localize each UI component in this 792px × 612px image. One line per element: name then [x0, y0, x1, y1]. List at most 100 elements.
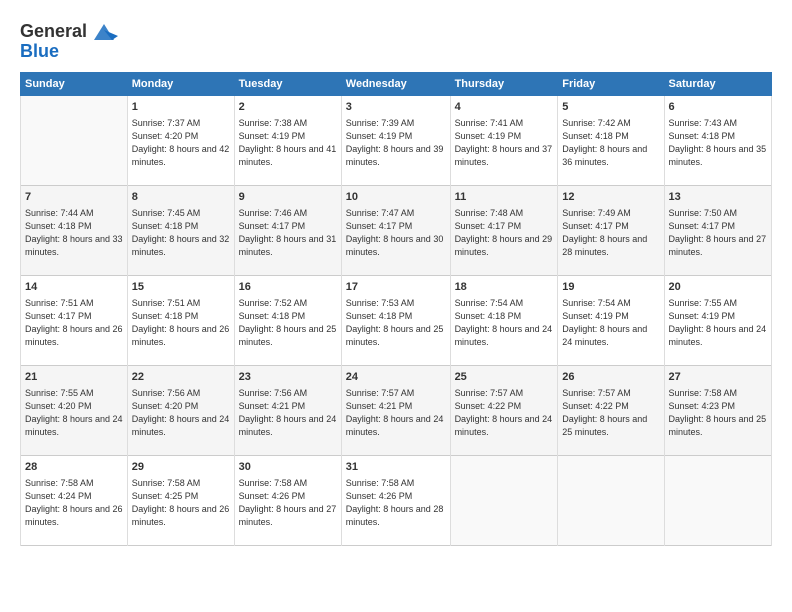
calendar-table: SundayMondayTuesdayWednesdayThursdayFrid… [20, 72, 772, 546]
day-number: 17 [346, 280, 446, 295]
calendar-cell: 5 Sunrise: 7:42 AMSunset: 4:18 PMDaylight… [558, 95, 664, 185]
day-info: Sunrise: 7:42 AMSunset: 4:18 PMDaylight:… [562, 117, 659, 169]
day-info: Sunrise: 7:58 AMSunset: 4:24 PMDaylight:… [25, 477, 123, 529]
calendar-cell: 6Sunrise: 7:43 AMSunset: 4:18 PMDaylight… [664, 95, 771, 185]
day-info: Sunrise: 7:46 AMSunset: 4:17 PMDaylight:… [239, 207, 337, 259]
day-number: 21 [25, 370, 123, 385]
day-info: Sunrise: 7:56 AMSunset: 4:20 PMDaylight:… [132, 387, 230, 439]
calendar-cell [21, 95, 128, 185]
calendar-cell: 15 Sunrise: 7:51 AMSunset: 4:18 PMDayligh… [127, 275, 234, 365]
day-info: Sunrise: 7:51 AMSunset: 4:18 PMDaylight:… [132, 297, 230, 349]
page: General Blue SundayMondayTuesdayWednesda… [0, 0, 792, 612]
day-number: 7 [25, 190, 123, 205]
calendar-cell: 8Sunrise: 7:45 AMSunset: 4:18 PMDaylight… [127, 185, 234, 275]
day-number: 9 [239, 190, 337, 205]
calendar-cell: 10 Sunrise: 7:47 AMSunset: 4:17 PMDayligh… [341, 185, 450, 275]
calendar-cell: 22 Sunrise: 7:56 AMSunset: 4:20 PMDayligh… [127, 365, 234, 455]
day-number: 3 [346, 100, 446, 115]
col-header-thursday: Thursday [450, 72, 558, 95]
day-number: 4 [455, 100, 554, 115]
day-info: Sunrise: 7:54 AMSunset: 4:18 PMDaylight:… [455, 297, 554, 349]
calendar-cell: 25 Sunrise: 7:57 AMSunset: 4:22 PMDayligh… [450, 365, 558, 455]
calendar-cell: 7 Sunrise: 7:44 AMSunset: 4:18 PMDaylight… [21, 185, 128, 275]
calendar-cell: 1 Sunrise: 7:37 AMSunset: 4:20 PMDaylight… [127, 95, 234, 185]
day-number: 22 [132, 370, 230, 385]
day-info: Sunrise: 7:57 AMSunset: 4:22 PMDaylight:… [562, 387, 659, 439]
day-number: 1 [132, 100, 230, 115]
day-info: Sunrise: 7:47 AMSunset: 4:17 PMDaylight:… [346, 207, 446, 259]
calendar-cell [450, 455, 558, 545]
header: General Blue [20, 18, 772, 62]
day-number: 6 [669, 100, 767, 115]
calendar-week-5: 28 Sunrise: 7:58 AMSunset: 4:24 PMDayligh… [21, 455, 772, 545]
calendar-cell: 14 Sunrise: 7:51 AMSunset: 4:17 PMDayligh… [21, 275, 128, 365]
calendar-week-3: 14 Sunrise: 7:51 AMSunset: 4:17 PMDayligh… [21, 275, 772, 365]
calendar-cell: 4 Sunrise: 7:41 AMSunset: 4:19 PMDaylight… [450, 95, 558, 185]
day-number: 31 [346, 460, 446, 475]
day-info: Sunrise: 7:39 AMSunset: 4:19 PMDaylight:… [346, 117, 446, 169]
calendar-header-row: SundayMondayTuesdayWednesdayThursdayFrid… [21, 72, 772, 95]
day-info: Sunrise: 7:58 AMSunset: 4:26 PMDaylight:… [239, 477, 337, 529]
calendar-cell: 23 Sunrise: 7:56 AMSunset: 4:21 PMDayligh… [234, 365, 341, 455]
day-number: 15 [132, 280, 230, 295]
day-number: 10 [346, 190, 446, 205]
calendar-cell: 17 Sunrise: 7:53 AMSunset: 4:18 PMDayligh… [341, 275, 450, 365]
calendar-cell: 31Sunrise: 7:58 AMSunset: 4:26 PMDayligh… [341, 455, 450, 545]
day-info: Sunrise: 7:44 AMSunset: 4:18 PMDaylight:… [25, 207, 123, 259]
day-info: Sunrise: 7:37 AMSunset: 4:20 PMDaylight:… [132, 117, 230, 169]
col-header-sunday: Sunday [21, 72, 128, 95]
calendar-cell: 21 Sunrise: 7:55 AMSunset: 4:20 PMDayligh… [21, 365, 128, 455]
calendar-cell: 18Sunrise: 7:54 AMSunset: 4:18 PMDayligh… [450, 275, 558, 365]
day-number: 11 [455, 190, 554, 205]
day-info: Sunrise: 7:54 AMSunset: 4:19 PMDaylight:… [562, 297, 659, 349]
calendar-week-1: 1 Sunrise: 7:37 AMSunset: 4:20 PMDaylight… [21, 95, 772, 185]
day-info: Sunrise: 7:55 AMSunset: 4:19 PMDaylight:… [669, 297, 767, 349]
day-number: 19 [562, 280, 659, 295]
day-number: 16 [239, 280, 337, 295]
calendar-cell: 29 Sunrise: 7:58 AMSunset: 4:25 PMDayligh… [127, 455, 234, 545]
calendar-cell: 24 Sunrise: 7:57 AMSunset: 4:21 PMDayligh… [341, 365, 450, 455]
day-info: Sunrise: 7:38 AMSunset: 4:19 PMDaylight:… [239, 117, 337, 169]
calendar-cell: 26Sunrise: 7:57 AMSunset: 4:22 PMDayligh… [558, 365, 664, 455]
day-info: Sunrise: 7:51 AMSunset: 4:17 PMDaylight:… [25, 297, 123, 349]
day-info: Sunrise: 7:57 AMSunset: 4:21 PMDaylight:… [346, 387, 446, 439]
day-number: 2 [239, 100, 337, 115]
day-number: 5 [562, 100, 659, 115]
calendar-cell: 13Sunrise: 7:50 AMSunset: 4:17 PMDayligh… [664, 185, 771, 275]
day-info: Sunrise: 7:49 AMSunset: 4:17 PMDaylight:… [562, 207, 659, 259]
day-info: Sunrise: 7:56 AMSunset: 4:21 PMDaylight:… [239, 387, 337, 439]
day-number: 20 [669, 280, 767, 295]
calendar-cell [558, 455, 664, 545]
calendar-cell: 28 Sunrise: 7:58 AMSunset: 4:24 PMDayligh… [21, 455, 128, 545]
logo-icon [90, 18, 118, 46]
day-info: Sunrise: 7:52 AMSunset: 4:18 PMDaylight:… [239, 297, 337, 349]
calendar-cell: 16 Sunrise: 7:52 AMSunset: 4:18 PMDayligh… [234, 275, 341, 365]
col-header-tuesday: Tuesday [234, 72, 341, 95]
day-info: Sunrise: 7:41 AMSunset: 4:19 PMDaylight:… [455, 117, 554, 169]
calendar-week-2: 7 Sunrise: 7:44 AMSunset: 4:18 PMDaylight… [21, 185, 772, 275]
day-number: 12 [562, 190, 659, 205]
day-number: 23 [239, 370, 337, 385]
day-number: 24 [346, 370, 446, 385]
col-header-monday: Monday [127, 72, 234, 95]
calendar-cell: 2 Sunrise: 7:38 AMSunset: 4:19 PMDaylight… [234, 95, 341, 185]
calendar-cell: 27Sunrise: 7:58 AMSunset: 4:23 PMDayligh… [664, 365, 771, 455]
day-number: 30 [239, 460, 337, 475]
day-number: 14 [25, 280, 123, 295]
calendar-cell: 3 Sunrise: 7:39 AMSunset: 4:19 PMDaylight… [341, 95, 450, 185]
day-number: 28 [25, 460, 123, 475]
col-header-friday: Friday [558, 72, 664, 95]
calendar-cell: 19 Sunrise: 7:54 AMSunset: 4:19 PMDayligh… [558, 275, 664, 365]
day-info: Sunrise: 7:53 AMSunset: 4:18 PMDaylight:… [346, 297, 446, 349]
day-number: 29 [132, 460, 230, 475]
day-number: 27 [669, 370, 767, 385]
calendar-week-4: 21 Sunrise: 7:55 AMSunset: 4:20 PMDayligh… [21, 365, 772, 455]
day-info: Sunrise: 7:55 AMSunset: 4:20 PMDaylight:… [25, 387, 123, 439]
day-info: Sunrise: 7:58 AMSunset: 4:25 PMDaylight:… [132, 477, 230, 529]
day-info: Sunrise: 7:45 AMSunset: 4:18 PMDaylight:… [132, 207, 230, 259]
day-info: Sunrise: 7:57 AMSunset: 4:22 PMDaylight:… [455, 387, 554, 439]
calendar-cell: 12 Sunrise: 7:49 AMSunset: 4:17 PMDayligh… [558, 185, 664, 275]
calendar-cell: 9 Sunrise: 7:46 AMSunset: 4:17 PMDaylight… [234, 185, 341, 275]
day-number: 25 [455, 370, 554, 385]
day-number: 13 [669, 190, 767, 205]
